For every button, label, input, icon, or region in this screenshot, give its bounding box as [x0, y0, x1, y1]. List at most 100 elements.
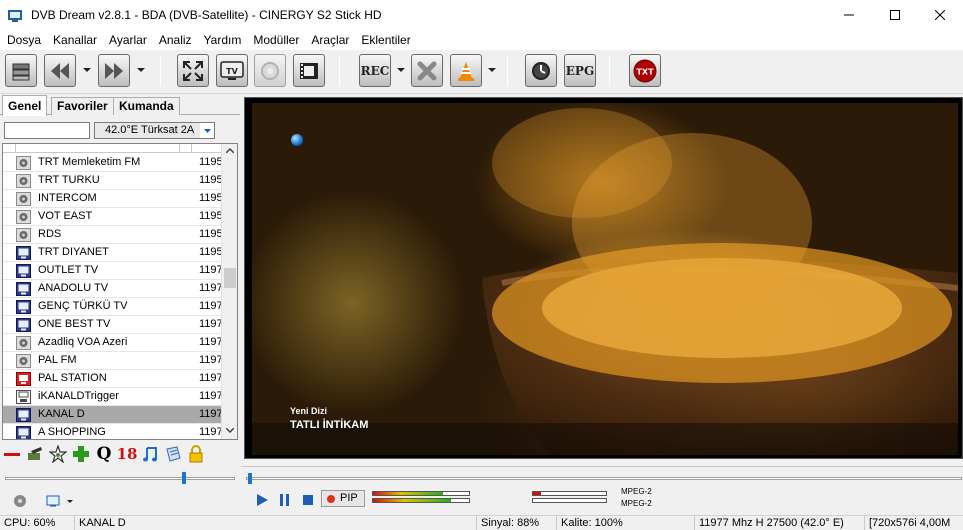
radio-icon	[16, 336, 31, 350]
edit-channel-button[interactable]	[25, 444, 45, 464]
stop-record-button[interactable]	[411, 54, 443, 87]
menu-ayarlar[interactable]: Ayarlar	[104, 33, 154, 47]
signal-meter-fill	[373, 492, 443, 495]
channel-row[interactable]: INTERCOM 1195	[3, 190, 223, 208]
refresh-icon	[261, 61, 279, 80]
channel-logo-icon	[291, 134, 303, 146]
channel-list-header[interactable]	[3, 144, 221, 153]
channel-row[interactable]: PAL STATION 1197	[3, 370, 223, 388]
channel-row[interactable]: OUTLET TV 1197	[3, 262, 223, 280]
menu-eklentiler[interactable]: Eklentiler	[356, 33, 417, 47]
minimize-button[interactable]	[826, 0, 872, 30]
volume-slider[interactable]	[5, 472, 235, 484]
channel-search-input[interactable]	[4, 122, 90, 139]
quality-meter-fill	[373, 499, 451, 502]
channel-row[interactable]: ONE BEST TV 1197	[3, 316, 223, 334]
recordings-button[interactable]	[293, 54, 325, 87]
play-button[interactable]	[254, 492, 270, 508]
menu-analiz[interactable]: Analiz	[154, 33, 199, 47]
lock-channel-button[interactable]	[186, 444, 206, 464]
pause-button[interactable]	[277, 492, 293, 508]
channel-name: PAL FM	[38, 354, 77, 366]
scroll-down-icon[interactable]	[226, 428, 234, 433]
menu-yardim[interactable]: Yardım	[199, 33, 249, 47]
channel-row[interactable]: ANADOLU TV 1197	[3, 280, 223, 298]
display-mode-dropdown-arrow[interactable]	[67, 500, 73, 503]
next-channel-button[interactable]	[98, 54, 130, 87]
age-filter-button[interactable]: 18	[117, 444, 138, 464]
status-bar: CPU: 60% KANAL D Sinyal: 88% Kalite: 100…	[0, 515, 963, 530]
channel-frequency: 1197	[199, 282, 223, 294]
query-button[interactable]: Q	[94, 444, 114, 464]
tv-icon	[16, 372, 31, 386]
channel-list-scrollbar[interactable]	[221, 144, 237, 439]
channel-row[interactable]: KANAL D 1197	[3, 406, 223, 424]
pip-button[interactable]: PIP	[321, 490, 365, 507]
tab-favoriler[interactable]: Favoriler	[51, 97, 114, 115]
title-bar[interactable]: DVB Dream v2.8.1 - BDA (DVB-Satellite) -…	[0, 0, 963, 30]
tab-kumanda[interactable]: Kumanda	[113, 97, 180, 115]
teletext-icon: TXT	[633, 59, 657, 82]
favorite-channel-button[interactable]	[48, 444, 68, 464]
radio-icon	[16, 174, 31, 188]
scrollbar-thumb[interactable]	[224, 268, 236, 288]
vlc-button[interactable]	[450, 54, 482, 87]
channel-row[interactable]: TRT DIYANET 1195	[3, 244, 223, 262]
settings-button[interactable]	[13, 494, 27, 511]
vlc-dropdown-arrow[interactable]	[488, 68, 496, 72]
radio-icon	[16, 156, 31, 170]
channel-row[interactable]: TRT Memleketim FM 1195	[3, 154, 223, 172]
epg-button[interactable]: EPG	[564, 54, 596, 87]
channel-row[interactable]: Azadliq VOA Azeri 1197	[3, 334, 223, 352]
status-signal: Sinyal: 88%	[476, 516, 556, 530]
tv-icon	[16, 246, 31, 260]
channel-row[interactable]: PAL FM 1197	[3, 352, 223, 370]
chevron-down-icon[interactable]	[200, 123, 214, 138]
menu-araclar[interactable]: Araçlar	[306, 33, 356, 47]
channel-name: ANADOLU TV	[38, 282, 109, 294]
channel-name: GENÇ TÜRKÜ TV	[38, 300, 128, 312]
channel-list[interactable]: TRT Memleketim FM 1195 TRT TURKU 1195 INTERC…	[2, 143, 238, 440]
previous-dropdown-arrow[interactable]	[83, 68, 91, 72]
video-image	[252, 108, 958, 455]
next-dropdown-arrow[interactable]	[137, 68, 145, 72]
refresh-button[interactable]	[254, 54, 286, 87]
close-button[interactable]	[917, 0, 963, 30]
tv-mode-button[interactable]: TV	[216, 54, 248, 87]
teletext-button[interactable]: TXT	[629, 54, 661, 87]
menu-kanallar[interactable]: Kanallar	[48, 33, 104, 47]
stop-button[interactable]	[300, 492, 316, 508]
channel-row[interactable]: GENÇ TÜRKÜ TV 1197	[3, 298, 223, 316]
maximize-button[interactable]	[872, 0, 918, 30]
seek-bar[interactable]	[246, 472, 962, 486]
scheduler-button[interactable]	[525, 54, 557, 87]
radio-filter-button[interactable]	[140, 444, 160, 464]
remove-channel-button[interactable]	[2, 444, 22, 464]
radio-icon	[16, 192, 31, 206]
channel-row[interactable]: RDS 1195	[3, 226, 223, 244]
video-panel[interactable]: Yeni Dizi TATLI İNTİKAM	[244, 97, 963, 459]
notes-button[interactable]	[163, 444, 183, 464]
channel-row[interactable]: A SHOPPING 1197	[3, 424, 223, 439]
channel-row[interactable]: TRT TURKU 1195	[3, 172, 223, 190]
record-button[interactable]: REC	[359, 54, 391, 87]
status-quality: Kalite: 100%	[556, 516, 694, 530]
satellite-select[interactable]: 42.0°E Türksat 2A	[94, 122, 215, 139]
menu-dosya[interactable]: Dosya	[2, 33, 48, 47]
previous-channel-button[interactable]	[44, 54, 76, 87]
channel-name: VOT EAST	[38, 210, 93, 222]
record-dot-icon	[327, 495, 335, 503]
channel-name: OUTLET TV	[38, 264, 99, 276]
fullscreen-button[interactable]	[177, 54, 209, 87]
display-mode-button[interactable]	[46, 494, 62, 511]
channel-list-button[interactable]	[5, 54, 37, 87]
channel-row[interactable]: iKANALDTrigger 1197	[3, 388, 223, 406]
menu-moduller[interactable]: Modüller	[248, 33, 306, 47]
add-channel-button[interactable]	[71, 444, 91, 464]
scroll-up-icon[interactable]	[226, 148, 234, 153]
record-dropdown-arrow[interactable]	[397, 68, 405, 72]
volume-slider-thumb[interactable]	[182, 472, 186, 484]
seek-thumb[interactable]	[248, 473, 252, 484]
channel-row[interactable]: VOT EAST 1195	[3, 208, 223, 226]
tab-genel[interactable]: Genel	[2, 95, 48, 116]
